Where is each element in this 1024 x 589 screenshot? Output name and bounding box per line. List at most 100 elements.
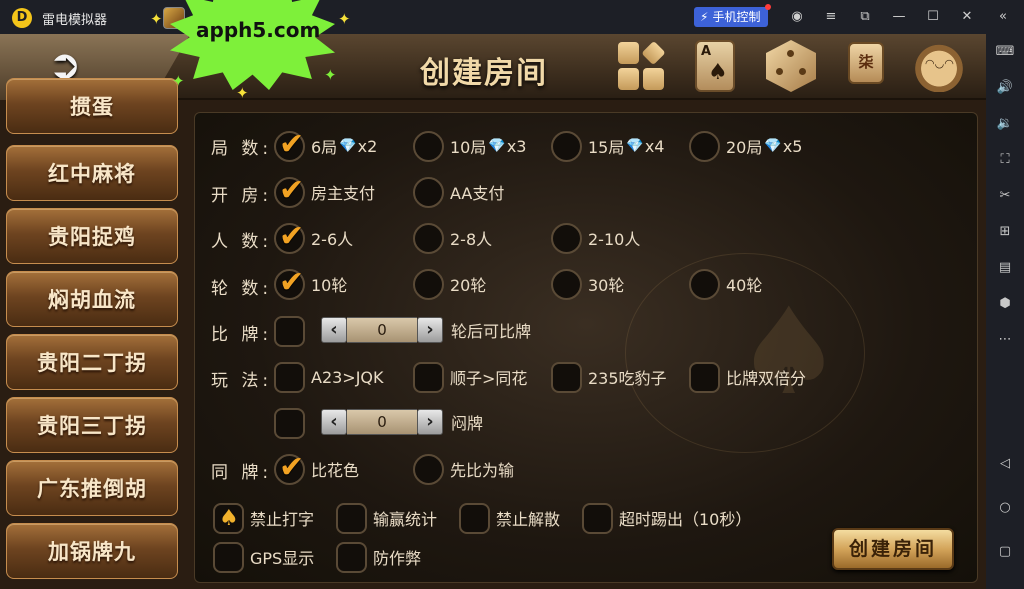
checkbox[interactable] <box>689 361 720 393</box>
volume-down-icon[interactable]: 🔉 <box>995 114 1015 134</box>
checkbox[interactable] <box>413 361 444 393</box>
emulator-sidebar: ⌨ 🔊 🔉 ⛶ ✂ ⊞ ▤ ⬢ ⋯ ◁ ○ ▢ <box>986 34 1024 589</box>
rounds-label: 局 数: <box>211 139 273 159</box>
increment-button[interactable]: › <box>417 409 443 435</box>
game-item[interactable]: 焖胡血流 <box>6 271 178 327</box>
players-option-8[interactable]: 2-8人 <box>413 222 492 254</box>
checkbox-checked[interactable] <box>274 450 305 485</box>
minimize-icon[interactable]: — <box>890 8 908 26</box>
turns-option-10[interactable]: 10轮 <box>274 265 347 300</box>
home-nav-icon[interactable]: ○ <box>995 498 1015 518</box>
checkbox[interactable] <box>551 361 582 393</box>
create-room-button[interactable]: 创建房间 <box>832 528 954 570</box>
game-item[interactable]: 掼蛋 <box>6 78 178 134</box>
lion-dance-icon[interactable]: ◠◡◠ <box>912 40 966 92</box>
checkbox-checked[interactable] <box>274 127 305 162</box>
game-item[interactable]: 加锅牌九 <box>6 523 178 579</box>
diamond-icon: 💎 <box>764 138 782 154</box>
checkbox[interactable] <box>413 222 444 254</box>
menu-icon[interactable]: ≡ <box>822 8 840 26</box>
volume-up-icon[interactable]: 🔊 <box>995 78 1015 98</box>
decrement-button[interactable]: ‹ <box>321 409 347 435</box>
diamond-icon: 💎 <box>339 138 357 154</box>
checkbox-checked[interactable]: ♠ <box>213 502 244 534</box>
screenshot-icon[interactable]: ✂ <box>995 186 1015 206</box>
players-option-6[interactable]: 2-6人 <box>274 219 353 254</box>
checkbox[interactable] <box>459 502 490 534</box>
restore-window-icon[interactable]: ⧉ <box>856 8 874 26</box>
checkbox[interactable] <box>274 407 305 439</box>
account-icon[interactable]: ◉ <box>788 8 806 26</box>
extra-win-loss-stats[interactable]: 输赢统计 <box>336 502 437 534</box>
players-label: 人 数: <box>211 232 273 252</box>
rule-option-a23[interactable]: A23>JQK <box>274 361 384 393</box>
checkbox[interactable] <box>213 541 244 573</box>
pay-option-aa[interactable]: AA支付 <box>413 176 504 208</box>
compare-value: 0 <box>347 317 417 343</box>
rounds-option-10[interactable]: 10局 💎 x3 <box>413 130 526 162</box>
dice-icon[interactable] <box>766 40 816 92</box>
game-item[interactable]: 广东推倒胡 <box>6 460 178 516</box>
phone-control-button[interactable]: ⚡ 手机控制 <box>694 4 772 27</box>
game-item[interactable]: 红中麻将 <box>6 145 178 201</box>
game-item[interactable]: 贵阳三丁拐 <box>6 397 178 453</box>
extra-anti-cheat[interactable]: 防作弊 <box>336 541 421 573</box>
extra-no-typing[interactable]: ♠ 禁止打字 <box>213 502 314 534</box>
fullscreen-icon[interactable]: ⛶ <box>995 150 1015 170</box>
decrement-button[interactable]: ‹ <box>321 317 347 343</box>
recents-nav-icon[interactable]: ▢ <box>995 542 1015 562</box>
keyboard-icon[interactable]: ⌨ <box>995 42 1015 62</box>
extra-timeout-kick[interactable]: 超时踢出（10秒） <box>582 502 751 534</box>
phone-control-label: 手机控制 <box>712 10 761 24</box>
checkbox[interactable] <box>551 130 582 162</box>
collapse-sidebar-icon[interactable]: « <box>994 8 1012 26</box>
checkbox[interactable] <box>274 315 305 347</box>
checkbox[interactable] <box>689 268 720 300</box>
increment-button[interactable]: › <box>417 317 443 343</box>
rounds-option-6[interactable]: 6局 💎 x2 <box>274 127 377 162</box>
game-item[interactable]: 贵阳二丁拐 <box>6 334 178 390</box>
close-icon[interactable]: ✕ <box>958 8 976 26</box>
settings-icon[interactable]: ⬢ <box>995 294 1015 314</box>
apk-install-icon[interactable]: ▤ <box>995 258 1015 278</box>
rule-option-double[interactable]: 比牌双倍分 <box>689 361 806 393</box>
checkbox[interactable] <box>689 130 720 162</box>
checkbox-checked[interactable] <box>274 173 305 208</box>
compare-toggle[interactable] <box>274 315 305 347</box>
checkbox-checked[interactable] <box>274 265 305 300</box>
turns-option-20[interactable]: 20轮 <box>413 268 486 300</box>
pay-option-host[interactable]: 房主支付 <box>274 173 375 208</box>
games-grid-icon[interactable] <box>616 40 666 92</box>
checkbox[interactable] <box>551 268 582 300</box>
checkbox[interactable] <box>551 222 582 254</box>
checkbox[interactable] <box>336 541 367 573</box>
turns-option-30[interactable]: 30轮 <box>551 268 624 300</box>
rounds-option-20[interactable]: 20局 💎 x5 <box>689 130 802 162</box>
stuffy-toggle[interactable] <box>274 407 305 439</box>
checkbox[interactable] <box>336 502 367 534</box>
mahjong-tile-icon[interactable]: 柒 <box>848 42 884 84</box>
add-icon[interactable]: ⊞ <box>995 222 1015 242</box>
extra-gps[interactable]: GPS显示 <box>213 541 314 573</box>
more-icon[interactable]: ⋯ <box>995 330 1015 350</box>
checkbox[interactable] <box>274 361 305 393</box>
turns-option-40[interactable]: 40轮 <box>689 268 762 300</box>
checkbox[interactable] <box>413 176 444 208</box>
rounds-option-15[interactable]: 15局 💎 x4 <box>551 130 664 162</box>
rule-option-straight[interactable]: 顺子>同花 <box>413 361 527 393</box>
game-screen: ➲ 创建房间 A ♠ 柒 ◠◡◠ 掼蛋 红中麻将 贵阳捉鸡 焖胡血流 贵阳二丁拐 … <box>0 34 986 589</box>
checkbox[interactable] <box>413 130 444 162</box>
checkbox-checked[interactable] <box>274 219 305 254</box>
checkbox[interactable] <box>413 268 444 300</box>
checkbox[interactable] <box>582 502 613 534</box>
poker-card-icon[interactable]: A ♠ <box>695 40 735 92</box>
game-item[interactable]: 贵阳捉鸡 <box>6 208 178 264</box>
tie-option-suit[interactable]: 比花色 <box>274 450 359 485</box>
maximize-icon[interactable]: ☐ <box>924 8 942 26</box>
checkbox[interactable] <box>413 453 444 485</box>
rule-option-235[interactable]: 235吃豹子 <box>551 361 667 393</box>
back-nav-icon[interactable]: ◁ <box>995 454 1015 474</box>
tie-option-first-loses[interactable]: 先比为输 <box>413 453 514 485</box>
players-option-10[interactable]: 2-10人 <box>551 222 640 254</box>
extra-no-dismiss[interactable]: 禁止解散 <box>459 502 560 534</box>
